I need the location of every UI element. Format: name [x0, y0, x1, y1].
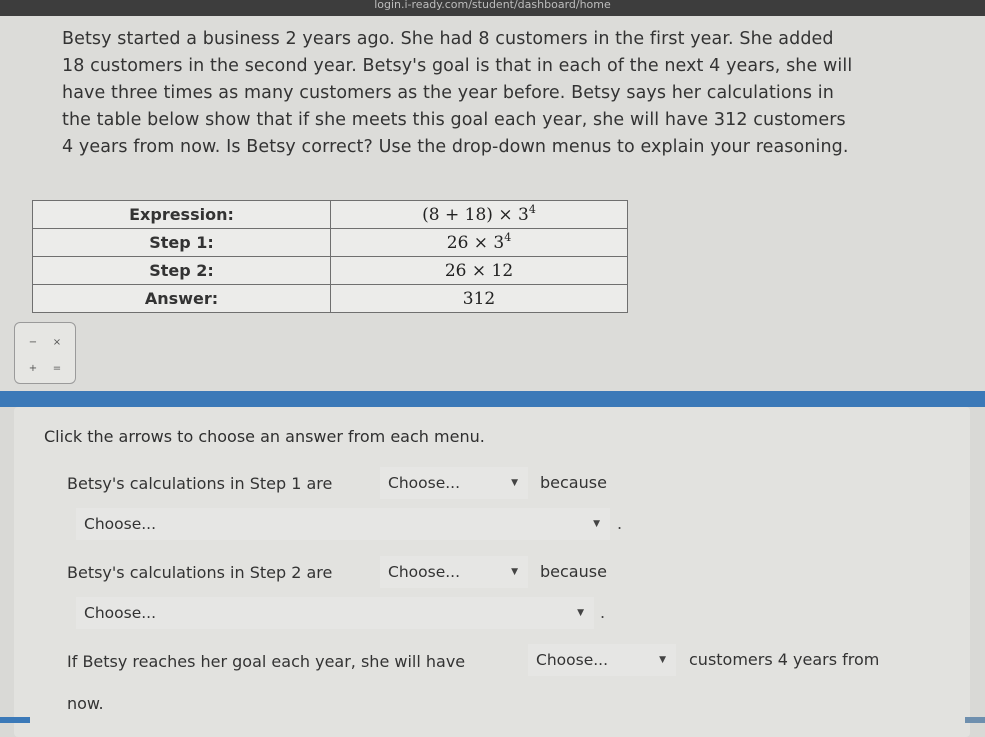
table-row: Step 1: 26 × 34: [32, 228, 628, 257]
times-icon: ×: [52, 337, 62, 348]
step1-reason-dropdown[interactable]: Choose... ▼: [76, 508, 610, 540]
step2-correctness-dropdown[interactable]: Choose... ▼: [380, 556, 528, 588]
chevron-down-icon: ▼: [593, 519, 600, 529]
row-value: 26 × 34: [330, 228, 628, 257]
table-row: Answer: 312: [32, 284, 628, 313]
row-value: (8 + 18) × 34: [330, 200, 628, 229]
step2-because: because: [540, 562, 607, 581]
browser-address-bar[interactable]: login.i-ready.com/student/dashboard/home: [0, 0, 985, 16]
chevron-down-icon: ▼: [511, 478, 518, 488]
instructions: Click the arrows to choose an answer fro…: [44, 427, 485, 446]
goal-end: now.: [67, 694, 104, 713]
step1-correctness-dropdown[interactable]: Choose... ▼: [380, 467, 528, 499]
calculator-button[interactable]: − × + =: [14, 322, 76, 384]
chevron-down-icon: ▼: [659, 655, 666, 665]
row-value: 312: [330, 284, 628, 313]
question-line-4: the table below show that if she meets t…: [62, 110, 846, 130]
row-label: Step 1:: [32, 228, 331, 257]
row-label: Expression:: [32, 200, 331, 229]
customers-total-dropdown[interactable]: Choose... ▼: [528, 644, 676, 676]
table-row: Expression: (8 + 18) × 34: [32, 200, 628, 229]
corner-accent-right: [965, 717, 985, 723]
answer-panel: Click the arrows to choose an answer fro…: [14, 407, 970, 737]
equals-icon: =: [52, 363, 62, 374]
goal-prefix: If Betsy reaches her goal each year, she…: [67, 652, 466, 671]
step2-reason-dropdown[interactable]: Choose... ▼: [76, 597, 594, 629]
question-line-3: have three times as many customers as th…: [62, 83, 834, 103]
step2-prefix: Betsy's calculations in Step 2 are: [67, 563, 333, 582]
chevron-down-icon: ▼: [577, 608, 584, 618]
goal-suffix: customers 4 years from: [689, 650, 880, 669]
calculation-table: Expression: (8 + 18) × 34 Step 1: 26 × 3…: [32, 200, 628, 313]
corner-accent-left: [0, 717, 30, 723]
chevron-down-icon: ▼: [511, 567, 518, 577]
dropdown-value: Choose...: [388, 474, 461, 492]
url-text: login.i-ready.com/student/dashboard/home: [374, 0, 611, 11]
divider-bar: [0, 391, 985, 407]
step1-period: .: [617, 514, 623, 533]
question-line-5: 4 years from now. Is Betsy correct? Use …: [62, 137, 849, 157]
minus-icon: −: [28, 337, 38, 348]
dropdown-value: Choose...: [84, 515, 157, 533]
row-label: Answer:: [32, 284, 331, 313]
step1-because: because: [540, 473, 607, 492]
row-value: 26 × 12: [330, 256, 628, 285]
step1-prefix: Betsy's calculations in Step 1 are: [67, 474, 333, 493]
plus-icon: +: [28, 363, 38, 374]
table-row: Step 2: 26 × 12: [32, 256, 628, 285]
dropdown-value: Choose...: [84, 604, 157, 622]
question-line-1: Betsy started a business 2 years ago. Sh…: [62, 29, 834, 49]
step2-period: .: [600, 603, 606, 622]
question-line-2: 18 customers in the second year. Betsy's…: [62, 56, 853, 76]
question-panel: Betsy started a business 2 years ago. Sh…: [0, 16, 985, 391]
question-text: Betsy started a business 2 years ago. Sh…: [62, 26, 967, 161]
dropdown-value: Choose...: [536, 651, 609, 669]
dropdown-value: Choose...: [388, 563, 461, 581]
row-label: Step 2:: [32, 256, 331, 285]
